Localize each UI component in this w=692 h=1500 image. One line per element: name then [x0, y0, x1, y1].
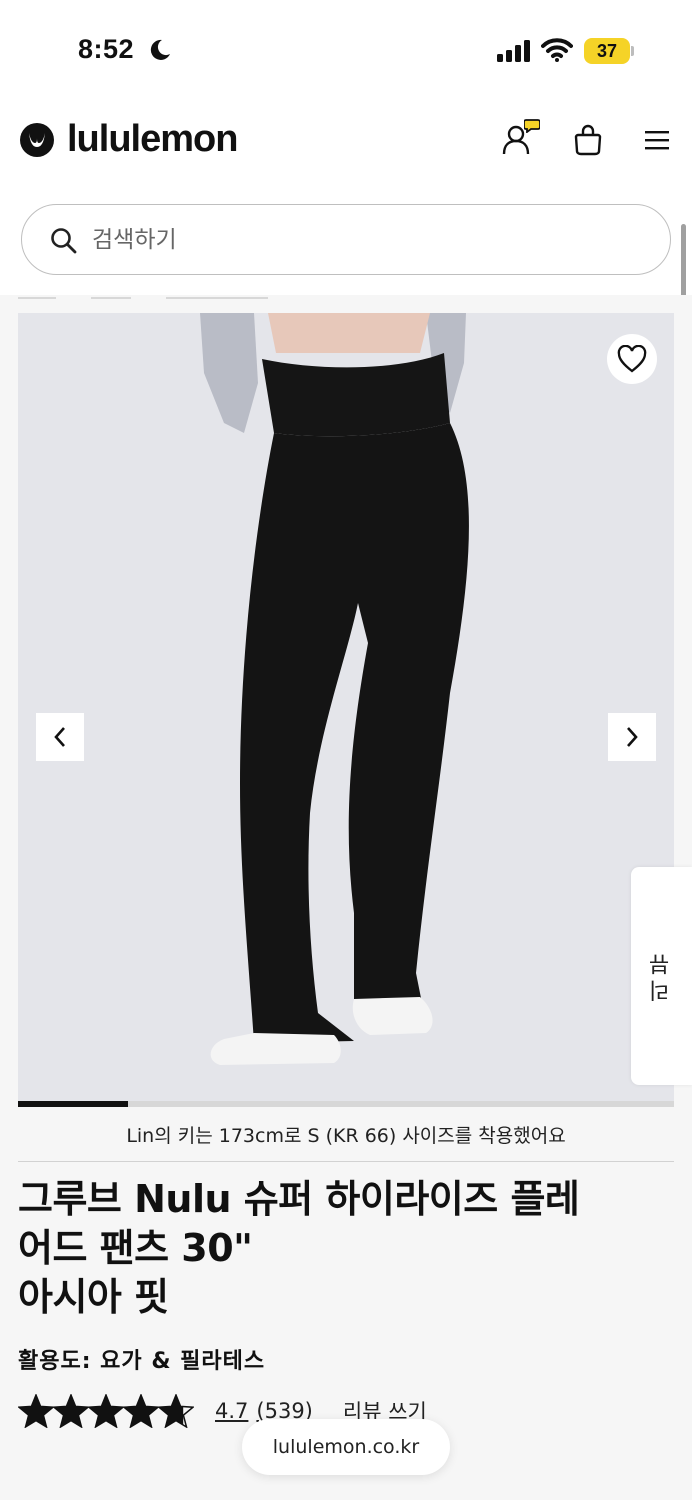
- rating-value[interactable]: 4.7: [215, 1399, 248, 1423]
- reviews-side-tab[interactable]: 리뷰: [631, 867, 692, 1085]
- model-size-note: Lin의 키는 173cm로 S (KR 66) 사이즈를 착용했어요: [126, 1125, 566, 1147]
- status-time: 8:52: [78, 34, 135, 64]
- shopping-bag-icon[interactable]: [573, 124, 603, 156]
- star-icon: [18, 1394, 54, 1428]
- star-icon: [88, 1394, 124, 1428]
- signal-icon: [497, 40, 530, 62]
- wifi-icon: [541, 38, 573, 62]
- gallery-progress-bar: [18, 1101, 674, 1107]
- star-icon: [158, 1394, 194, 1428]
- star-rating[interactable]: [18, 1394, 194, 1428]
- product-title-line: 그루브 Nulu 슈퍼 하이라이즈 플레: [18, 1177, 580, 1221]
- divider: [18, 1161, 674, 1162]
- notification-badge-icon: [524, 119, 540, 133]
- menu-icon[interactable]: [643, 128, 671, 152]
- breadcrumb-placeholder: [166, 297, 268, 299]
- moon-icon: [150, 39, 170, 60]
- favorite-button[interactable]: [607, 334, 657, 384]
- site-header: lululemon: [0, 100, 692, 369]
- star-icon: [123, 1394, 159, 1428]
- lululemon-logo[interactable]: lululemon: [20, 118, 238, 161]
- lululemon-logo-icon: [20, 122, 54, 157]
- product-title-line: 어드 팬츠 30": [18, 1226, 253, 1270]
- chevron-left-icon: [54, 727, 65, 747]
- battery-indicator: 37: [584, 38, 630, 64]
- breadcrumb-placeholder: [18, 297, 56, 299]
- breadcrumb-placeholder: [91, 297, 131, 299]
- chevron-right-icon: [627, 727, 638, 747]
- status-bar: 8:52 37: [0, 0, 692, 100]
- product-image-gallery[interactable]: [18, 313, 674, 1101]
- product-title-line: 아시아 핏: [18, 1275, 169, 1319]
- product-title: 그루브 Nulu 슈퍼 하이라이즈 플레 어드 팬츠 30" 아시아 핏: [18, 1175, 668, 1322]
- product-photo: [18, 313, 674, 1101]
- star-icon: [53, 1394, 89, 1428]
- gallery-progress-fill: [18, 1101, 128, 1107]
- search-input[interactable]: [92, 221, 632, 259]
- search-icon[interactable]: [50, 227, 78, 255]
- next-image-button[interactable]: [608, 713, 656, 761]
- reviews-side-tab-label: 리뷰: [648, 950, 674, 1002]
- previous-image-button[interactable]: [36, 713, 84, 761]
- activity-label: 활용도: 요가 & 필라테스: [18, 1349, 266, 1374]
- search-bar[interactable]: [21, 204, 671, 275]
- logo-text: lululemon: [67, 118, 238, 160]
- heart-icon: [617, 345, 647, 373]
- browser-url-pill[interactable]: lululemon.co.kr: [242, 1419, 450, 1475]
- battery-cap: [631, 46, 634, 56]
- product-page: 리뷰 Lin의 키는 173cm로 S (KR 66) 사이즈를 착용했어요 그…: [0, 295, 692, 1500]
